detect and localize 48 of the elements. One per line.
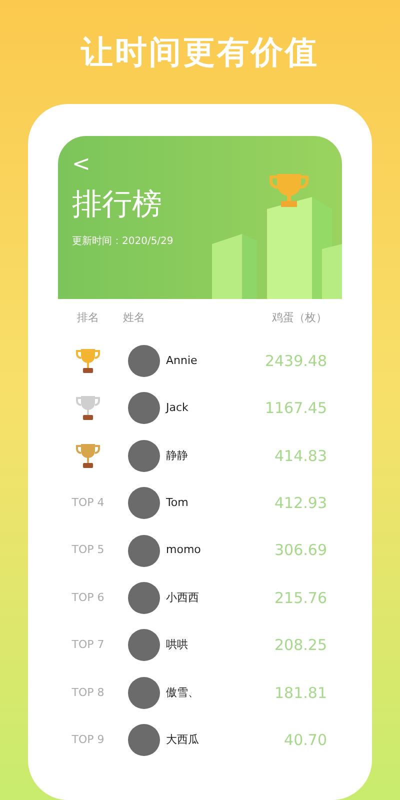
user-name: 静静 bbox=[166, 448, 188, 464]
egg-count: 2439.48 bbox=[264, 350, 328, 372]
user-name: 小西西 bbox=[166, 590, 199, 606]
user-name: 大西瓜 bbox=[166, 732, 199, 748]
avatar bbox=[128, 440, 160, 472]
avatar bbox=[128, 676, 160, 709]
ranking-row[interactable]: Jack 1167.45 bbox=[58, 384, 342, 432]
avatar bbox=[128, 487, 160, 520]
user-name: Tom bbox=[166, 494, 188, 511]
egg-count: 414.83 bbox=[274, 446, 328, 467]
rank-label: TOP 4 bbox=[72, 494, 104, 511]
rank-label: TOP 7 bbox=[72, 637, 104, 654]
user-name: 傲雪、 bbox=[166, 684, 199, 700]
headline: 让时间更有价值 bbox=[81, 32, 319, 74]
page-title: 排行榜 bbox=[72, 186, 163, 224]
avatar bbox=[128, 534, 160, 567]
update-time: 更新时间：2020/5/29 bbox=[72, 234, 174, 249]
user-name: Annie bbox=[166, 352, 198, 369]
egg-count: 208.25 bbox=[274, 635, 328, 656]
avatar bbox=[128, 724, 160, 756]
egg-count: 1167.45 bbox=[264, 398, 328, 420]
egg-count: 412.93 bbox=[274, 492, 328, 514]
egg-count: 306.69 bbox=[274, 540, 328, 562]
ranking-row[interactable]: TOP 4 Tom 412.93 bbox=[58, 480, 342, 527]
avatar bbox=[128, 392, 160, 424]
egg-count: 181.81 bbox=[274, 682, 328, 704]
rank-label: TOP 9 bbox=[72, 732, 104, 748]
avatar bbox=[128, 345, 160, 378]
rank-label: TOP 6 bbox=[72, 590, 104, 606]
ranking-row[interactable]: 静静 414.83 bbox=[58, 432, 342, 480]
user-name: Jack bbox=[166, 400, 188, 416]
ranking-row[interactable]: Annie 2439.48 bbox=[58, 337, 342, 385]
ranking-row[interactable]: TOP 6 小西西 215.76 bbox=[58, 574, 342, 622]
ranking-row[interactable]: TOP 7 哄哄 208.25 bbox=[58, 622, 342, 670]
ranking-row[interactable]: TOP 9 大西瓜 40.70 bbox=[58, 716, 342, 764]
column-header: 鸡蛋（枚） bbox=[272, 310, 328, 326]
rank-label: TOP 5 bbox=[72, 542, 104, 558]
user-name: momo bbox=[166, 542, 201, 558]
user-name: 哄哄 bbox=[166, 637, 188, 654]
ranking-row[interactable]: TOP 5 momo 306.69 bbox=[58, 526, 342, 574]
column-header: 姓名 bbox=[123, 310, 145, 326]
avatar bbox=[128, 629, 160, 662]
egg-count: 40.70 bbox=[284, 730, 328, 751]
egg-count: 215.76 bbox=[274, 588, 328, 609]
column-header: 排名 bbox=[76, 310, 100, 326]
avatar bbox=[128, 582, 160, 614]
rank-label: TOP 8 bbox=[72, 684, 104, 700]
ranking-row[interactable]: TOP 8 傲雪、 181.81 bbox=[58, 669, 342, 716]
